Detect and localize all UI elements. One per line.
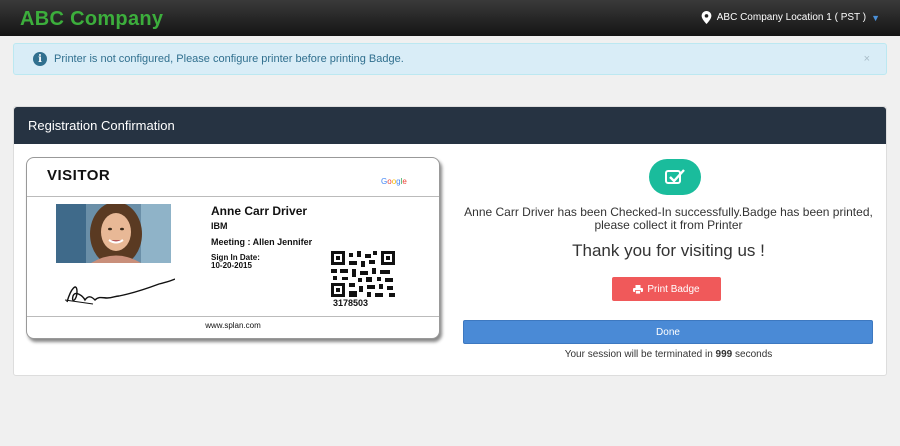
qr-code-icon (331, 251, 395, 297)
thank-you-message: Thank you for visiting us ! (572, 241, 765, 260)
session-timer: Your session will be terminated in 999 s… (454, 349, 883, 360)
badge-footer-url: www.splan.com (205, 321, 261, 330)
signature-image (64, 278, 175, 305)
top-navbar: ABC Company ABC Company Location 1 ( PST… (0, 0, 900, 36)
session-seconds: 999 (715, 349, 733, 360)
signin-date: 10-20-2015 (211, 261, 252, 270)
registration-panel: Registration Confirmation VISITOR Google (13, 106, 887, 376)
done-button[interactable]: Done (463, 320, 873, 344)
session-prefix: Your session will be terminated in (564, 349, 713, 360)
location-label: ABC Company Location 1 ( PST ) (716, 12, 867, 23)
check-icon (649, 159, 701, 195)
visitor-meeting: Meeting : Allen Jennifer (211, 237, 313, 247)
badge-divider-bottom (27, 316, 439, 317)
print-badge-button[interactable]: Print Badge (612, 277, 721, 301)
print-badge-label: Print Badge (647, 283, 700, 295)
printer-alert: i Printer is not configured, Please conf… (13, 43, 887, 75)
location-selector[interactable]: ABC Company Location 1 ( PST ) ▼ (701, 11, 880, 24)
svg-text:Google: Google (381, 177, 407, 186)
badge-id: 3178503 (333, 298, 369, 308)
badge-type: VISITOR (47, 167, 111, 184)
visitor-photo (56, 204, 171, 263)
company-logo: Google (381, 174, 409, 188)
visitor-name: Anne Carr Driver (211, 204, 308, 218)
panel-title: Registration Confirmation (14, 107, 886, 144)
caret-down-icon: ▼ (871, 12, 880, 23)
google-logo-icon: Google (381, 177, 407, 186)
map-pin-icon (701, 11, 712, 24)
checkin-message: Anne Carr Driver has been Checked-In suc… (464, 205, 873, 232)
brand-logo[interactable]: ABC Company (20, 8, 163, 31)
visitor-company: IBM (211, 221, 228, 231)
info-icon: i (33, 52, 47, 66)
printer-icon (633, 284, 644, 294)
alert-message: Printer is not configured, Please config… (54, 53, 404, 65)
badge-divider (27, 196, 439, 197)
visitor-badge: VISITOR Google Anne Carr Driver IBM Meet… (26, 157, 440, 339)
session-suffix: seconds (735, 349, 773, 360)
close-icon[interactable]: × (864, 53, 870, 65)
